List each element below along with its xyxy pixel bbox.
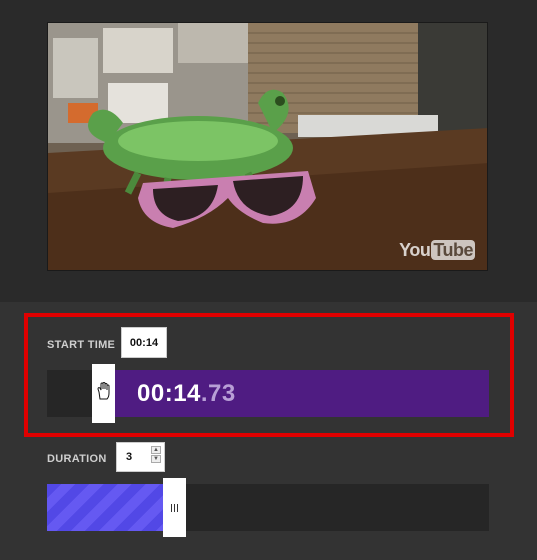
- video-panel: You Tube: [0, 0, 537, 302]
- duration-value: 3: [126, 451, 133, 463]
- start-time-handle[interactable]: [92, 364, 115, 423]
- start-time-display: 00:14.73: [137, 380, 236, 408]
- grip-icon: [171, 503, 178, 512]
- start-time-range: 00:14.73: [115, 370, 489, 417]
- duration-stepper[interactable]: 3 ▲ ▼: [116, 442, 165, 472]
- duration-range: [47, 484, 164, 531]
- stepper-down-icon[interactable]: ▼: [151, 455, 161, 463]
- duration-label: DURATION: [47, 453, 107, 465]
- duration-track[interactable]: [47, 478, 489, 537]
- video-frame-image: [48, 23, 487, 270]
- youtube-logo-you: You: [399, 240, 431, 260]
- youtube-logo-tube: Tube: [431, 240, 475, 260]
- start-time-display-fraction: .73: [200, 379, 236, 407]
- duration-handle[interactable]: [163, 478, 186, 537]
- youtube-logo: You Tube: [399, 240, 475, 261]
- video-player[interactable]: You Tube: [47, 22, 488, 271]
- start-time-display-main: 00:14: [137, 379, 201, 407]
- hand-cursor-icon: [96, 381, 112, 405]
- duration-stepper-arrows: ▲ ▼: [151, 446, 161, 463]
- start-time-value-chip[interactable]: 00:14: [121, 327, 167, 358]
- stepper-up-icon[interactable]: ▲: [151, 446, 161, 454]
- start-time-label: START TIME: [47, 339, 116, 351]
- start-time-track[interactable]: 00:14.73: [47, 364, 489, 423]
